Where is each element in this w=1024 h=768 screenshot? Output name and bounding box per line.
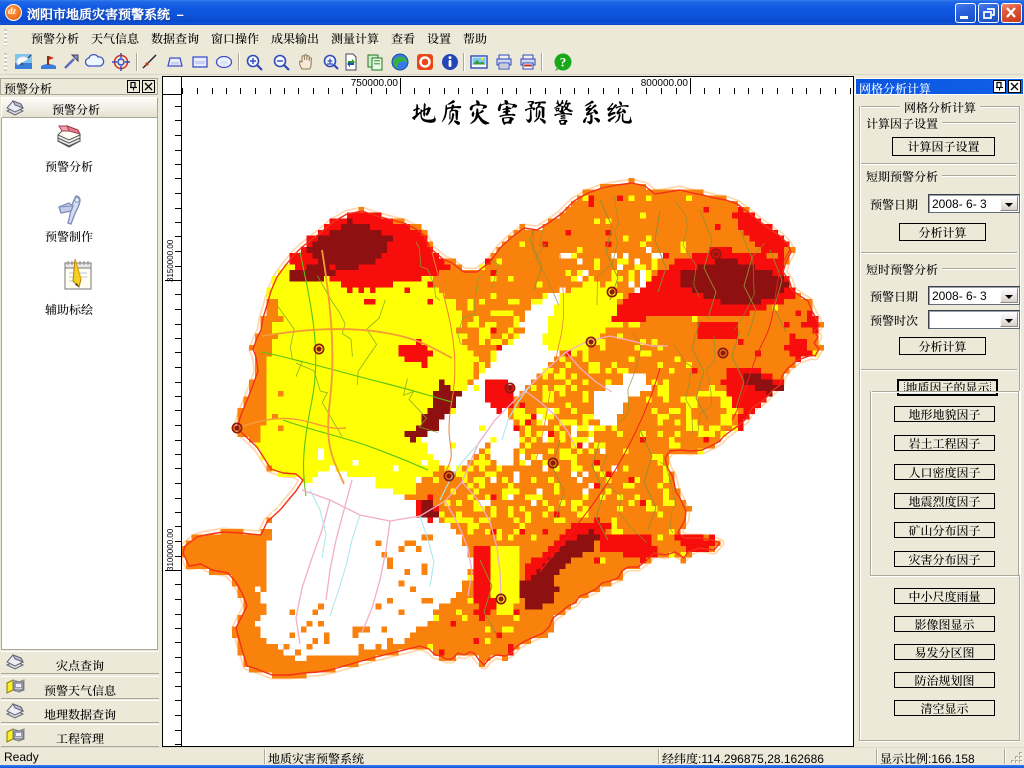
svg-text:?: ?: [560, 55, 567, 70]
